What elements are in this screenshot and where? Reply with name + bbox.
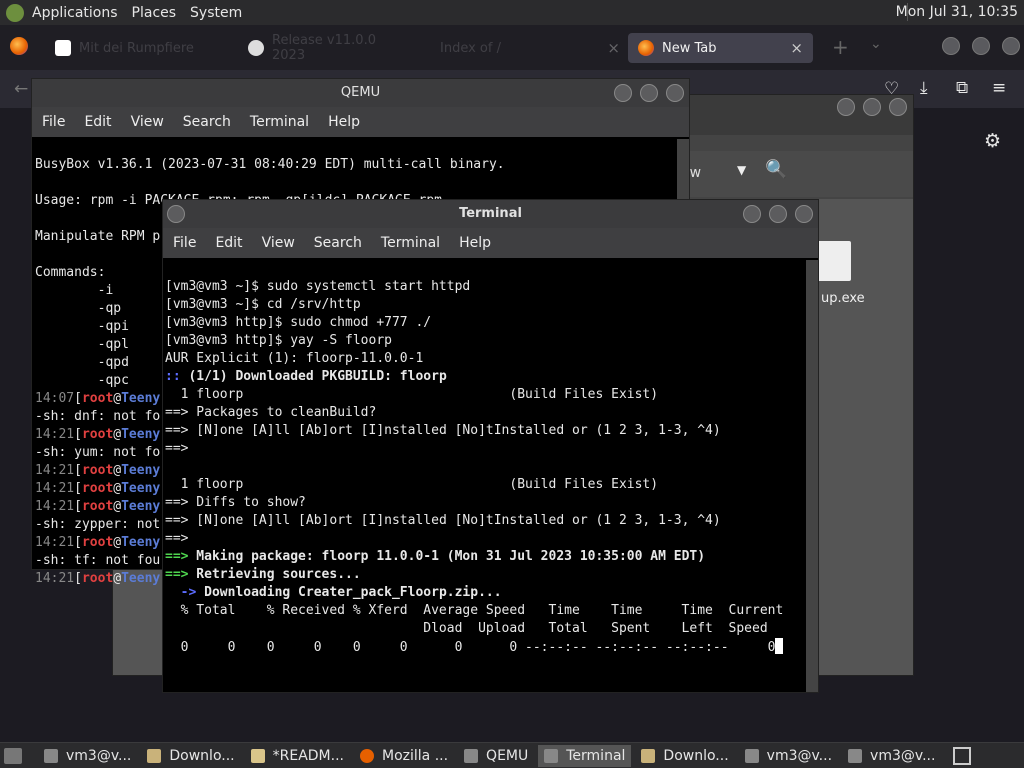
terminal-menubar: File Edit View Search Terminal Help: [163, 228, 818, 258]
firefox-icon: [360, 748, 374, 763]
firefox-icon: [638, 40, 654, 56]
qemu-minimize-button[interactable]: [614, 84, 632, 102]
m-site-icon: [55, 40, 71, 56]
menu-terminal[interactable]: Terminal: [250, 114, 309, 130]
menu-search[interactable]: Search: [314, 235, 362, 251]
taskbar-item-terminal-1[interactable]: vm3@v...: [38, 745, 137, 767]
fm-close-button[interactable]: [889, 98, 907, 116]
tab-3[interactable]: Index of / ×: [440, 33, 620, 63]
file-label[interactable]: up.exe: [821, 291, 865, 306]
menu-file[interactable]: File: [173, 235, 196, 251]
taskbar-item-terminal-2[interactable]: vm3@v...: [739, 745, 838, 767]
close-tab-icon[interactable]: ×: [790, 39, 803, 57]
github-icon: [248, 40, 264, 56]
taskbar-item-mozilla[interactable]: Mozilla ...: [354, 745, 454, 767]
terminal-maximize-button[interactable]: [769, 205, 787, 223]
distro-logo-icon[interactable]: [6, 3, 24, 22]
applications-menu[interactable]: Applications: [32, 5, 118, 21]
menu-edit[interactable]: Edit: [84, 114, 111, 130]
qemu-maximize-button[interactable]: [640, 84, 658, 102]
menu-search[interactable]: Search: [183, 114, 231, 130]
terminal-menu-button[interactable]: [167, 205, 185, 223]
taskbar-item-terminal-active[interactable]: Terminal: [538, 744, 632, 767]
workspace-switcher-icon[interactable]: [953, 746, 972, 765]
firefox-view-icon[interactable]: [10, 37, 28, 55]
text-cursor: [775, 638, 784, 654]
menu-view[interactable]: View: [131, 114, 164, 130]
terminal-minimize-button[interactable]: [743, 205, 761, 223]
folder-icon: [147, 748, 162, 763]
download-icon[interactable]: ⤓: [920, 78, 928, 98]
menu-file[interactable]: File: [42, 114, 65, 130]
back-arrow-icon[interactable]: ←: [14, 79, 28, 99]
menu-edit[interactable]: Edit: [215, 235, 242, 251]
firefox-minimize-button[interactable]: [942, 37, 960, 55]
taskbar-item-terminal-3[interactable]: vm3@v...: [842, 745, 941, 767]
terminal-window: Terminal File Edit View Search Terminal …: [162, 199, 819, 693]
menu-help[interactable]: Help: [328, 114, 360, 130]
hamburger-menu-icon[interactable]: ≡: [992, 78, 1006, 98]
terminal-close-button[interactable]: [795, 205, 813, 223]
menu-terminal[interactable]: Terminal: [381, 235, 440, 251]
menu-help[interactable]: Help: [459, 235, 491, 251]
taskbar-item-downloads-1[interactable]: Downlo...: [141, 745, 240, 767]
taskbar: vm3@v... Downlo... *READM... Mozilla ...…: [0, 743, 1024, 768]
menu-view[interactable]: View: [262, 235, 295, 251]
show-desktop-icon[interactable]: [4, 747, 22, 764]
fm-minimize-button[interactable]: [837, 98, 855, 116]
settings-gear-icon[interactable]: ⚙: [984, 130, 1001, 152]
folder-icon: [641, 748, 656, 763]
new-tab-plus-icon[interactable]: +: [832, 35, 849, 59]
fm-maximize-button[interactable]: [863, 98, 881, 116]
terminal-icon: [744, 748, 759, 763]
terminal-icon: [464, 748, 479, 763]
tab-2[interactable]: Release v11.0.0 2023: [248, 33, 408, 63]
view-dropdown-chevron-icon[interactable]: ▼: [737, 163, 746, 177]
firefox-close-button[interactable]: [1002, 37, 1020, 55]
terminal-icon: [544, 748, 559, 763]
taskbar-item-qemu[interactable]: QEMU: [458, 745, 534, 767]
firefox-maximize-button[interactable]: [972, 37, 990, 55]
terminal-scrollbar[interactable]: [806, 260, 818, 692]
terminal-icon: [848, 748, 863, 763]
terminal-output[interactable]: [vm3@vm3 ~]$ sudo systemctl start httpd[…: [165, 260, 784, 657]
qemu-menubar: File Edit View Search Terminal Help: [32, 107, 689, 137]
places-menu[interactable]: Places: [132, 5, 177, 21]
terminal-icon: [44, 748, 58, 763]
system-menu[interactable]: System: [190, 5, 242, 21]
tab-list-chevron-icon[interactable]: ⌄: [870, 36, 882, 52]
clock[interactable]: Mon Jul 31, 10:35: [896, 4, 1018, 20]
top-panel: Applications Places System Mon Jul 31, 1…: [0, 0, 1024, 25]
search-icon[interactable]: 🔍: [765, 159, 787, 180]
close-tab-icon[interactable]: ×: [607, 39, 620, 57]
taskbar-item-readme[interactable]: *READM...: [245, 745, 350, 767]
extensions-icon[interactable]: ⧉: [956, 78, 968, 98]
firefox-tab-bar: Mit dei Rumpfiere Release v11.0.0 2023 I…: [0, 25, 1024, 70]
qemu-titlebar[interactable]: QEMU: [32, 79, 689, 107]
taskbar-item-downloads-2[interactable]: Downlo...: [635, 745, 734, 767]
terminal-titlebar[interactable]: Terminal: [163, 200, 818, 228]
text-editor-icon: [250, 748, 265, 763]
tab-1[interactable]: Mit dei Rumpfiere: [55, 33, 205, 63]
file-icon-exe[interactable]: [817, 241, 851, 281]
tab-new-tab[interactable]: New Tab ×: [628, 33, 813, 63]
qemu-close-button[interactable]: [666, 84, 684, 102]
